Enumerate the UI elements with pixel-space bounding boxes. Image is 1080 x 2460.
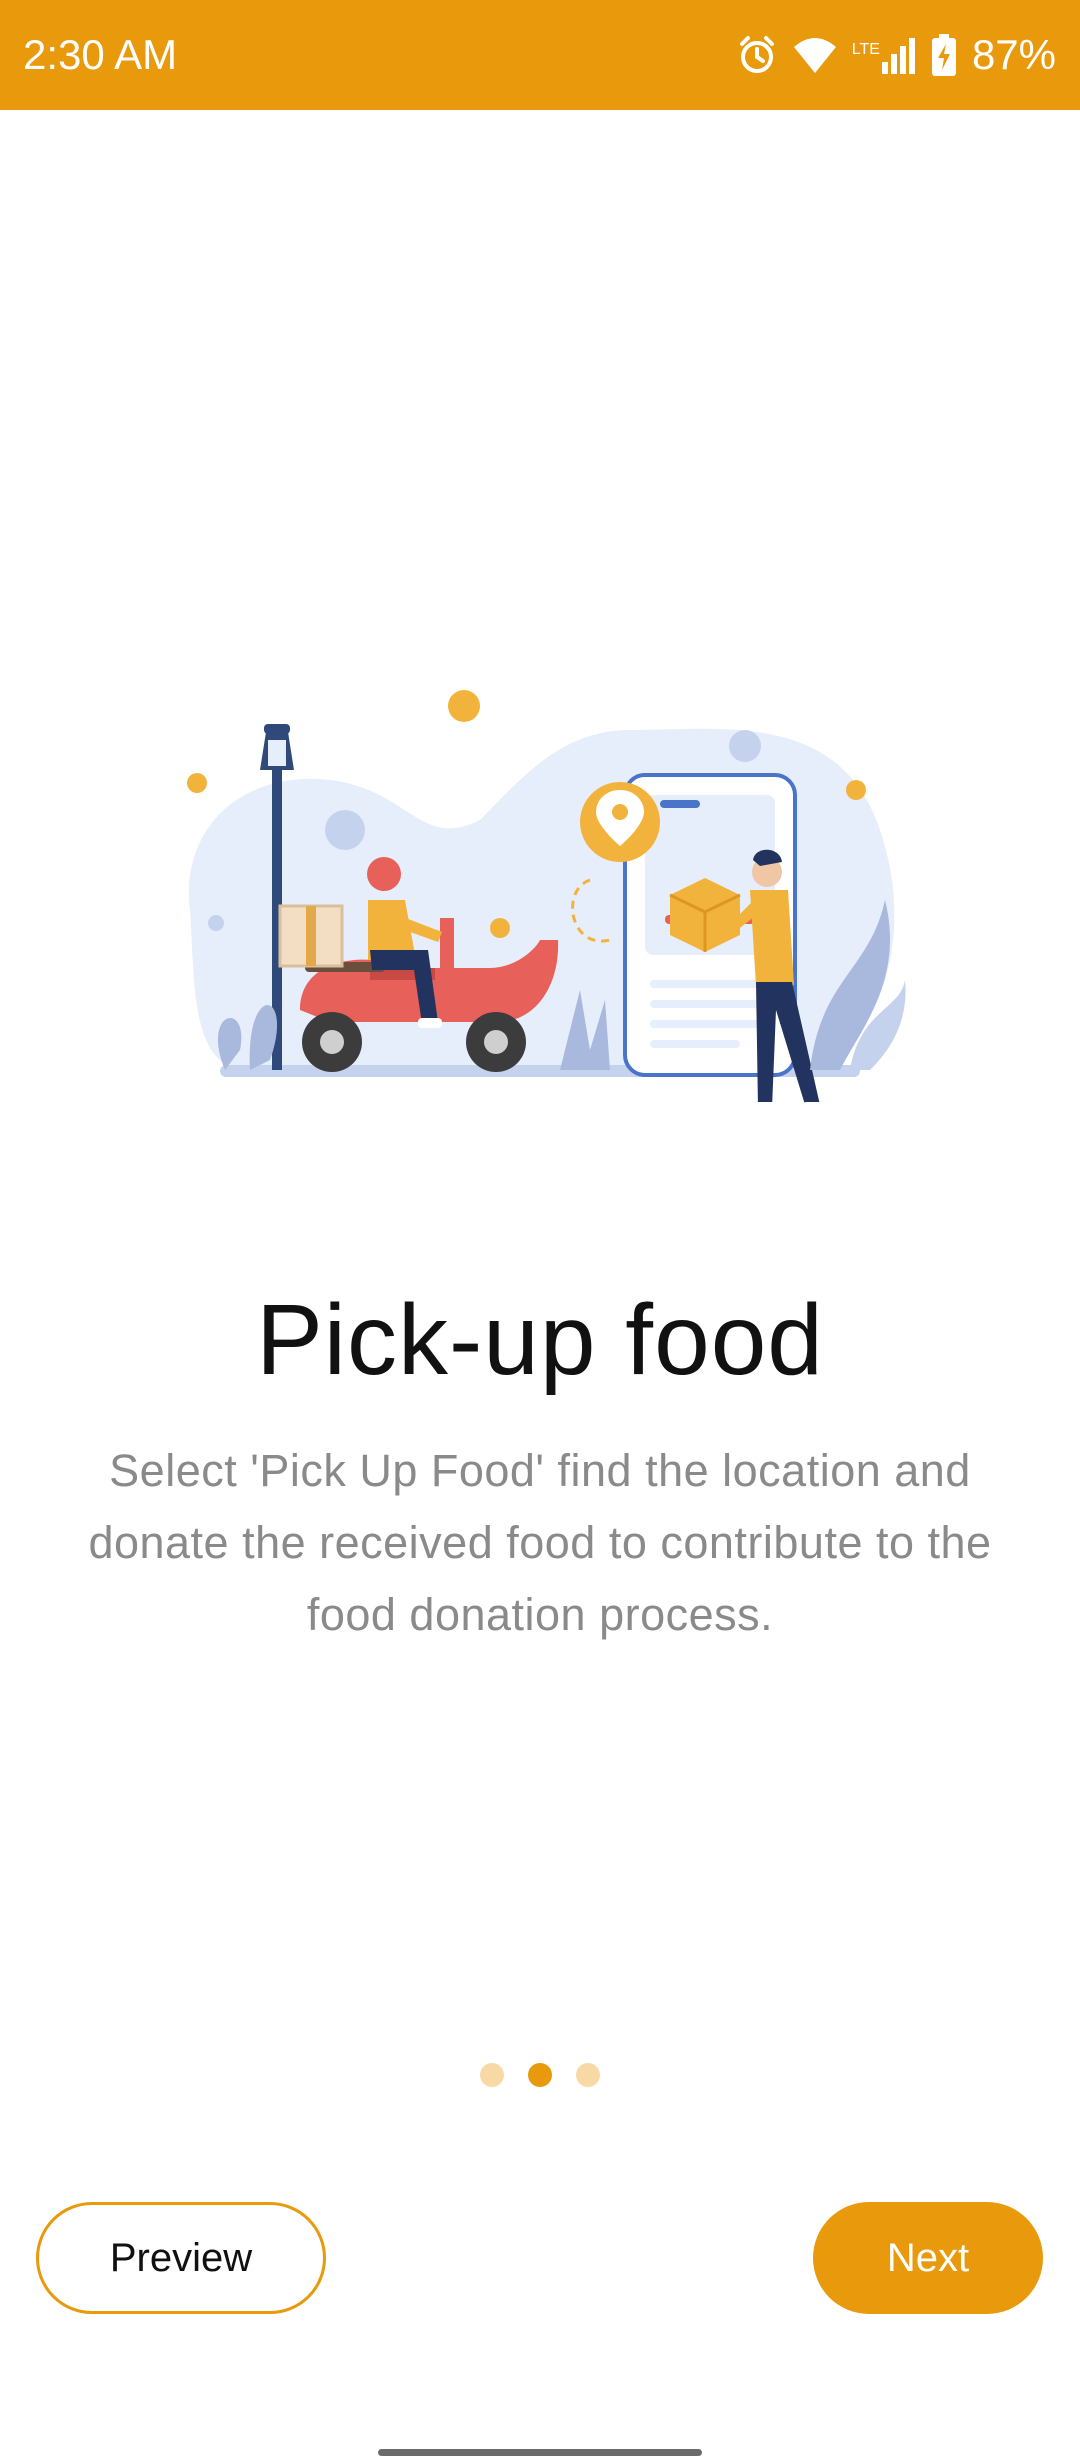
preview-button[interactable]: Preview (36, 2202, 326, 2314)
status-bar: 2:30 AM LTE 87% (0, 0, 1080, 110)
wifi-icon (792, 35, 838, 75)
battery-charging-icon (931, 34, 956, 76)
status-time: 2:30 AM (23, 31, 178, 78)
status-icons: LTE 87% (736, 26, 1056, 84)
page-indicator (0, 2063, 1080, 2089)
next-button[interactable]: Next (813, 2202, 1043, 2314)
battery-percent: 87% (971, 31, 1056, 78)
lte-label: LTE (851, 41, 880, 58)
onboarding-title: Pick-up food (256, 1284, 824, 1396)
onboarding-description: Select 'Pick Up Food' find the location … (88, 1445, 992, 1640)
preview-button-label: Preview (109, 2235, 253, 2280)
page-dot-3 (576, 2063, 600, 2087)
lte-signal-icon: LTE (852, 36, 918, 74)
onboarding-illustration (160, 650, 920, 1130)
next-button-label: Next (886, 2235, 970, 2280)
page-dot-1 (480, 2063, 504, 2087)
alarm-icon (736, 34, 778, 76)
page-dot-2-active (528, 2063, 552, 2087)
home-gesture-bar[interactable] (378, 2449, 702, 2456)
